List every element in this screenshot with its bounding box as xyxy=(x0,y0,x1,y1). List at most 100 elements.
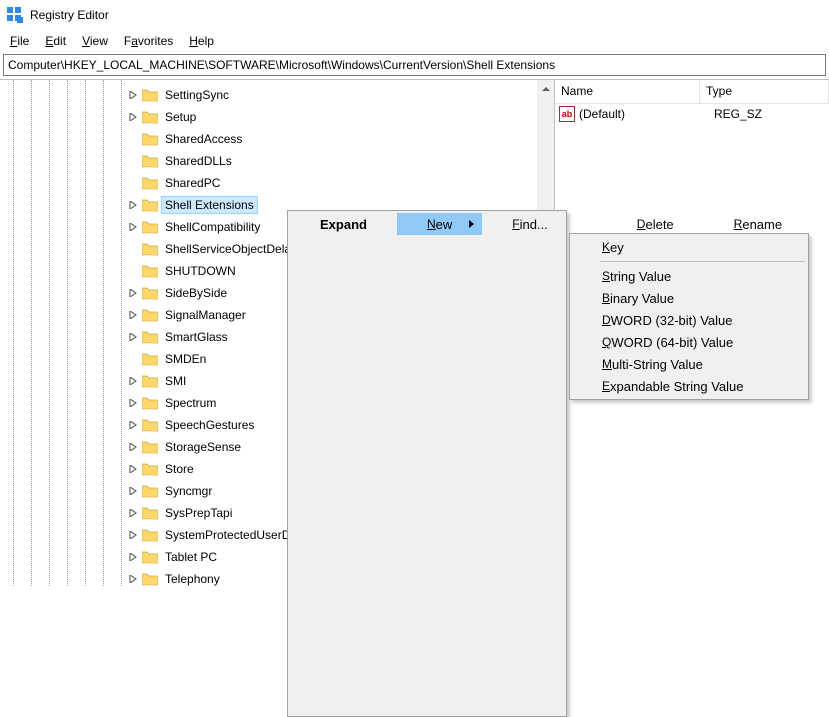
folder-icon xyxy=(142,572,158,586)
tree-item[interactable]: SettingSync xyxy=(0,84,554,106)
values-header: Name Type xyxy=(555,80,829,104)
expand-twisty xyxy=(126,132,140,146)
menu-view[interactable]: View xyxy=(75,32,115,50)
folder-icon xyxy=(142,154,158,168)
menu-help[interactable]: Help xyxy=(182,32,221,50)
expand-twisty[interactable] xyxy=(126,286,140,300)
string-value-icon: ab xyxy=(559,106,575,122)
menu-item[interactable]: Expandable String Value xyxy=(572,375,806,397)
tree-item-label[interactable]: SideBySide xyxy=(162,285,230,301)
menu-item[interactable]: Multi-String Value xyxy=(572,353,806,375)
column-name[interactable]: Name xyxy=(555,80,700,103)
menu-item[interactable]: DWORD (32-bit) Value xyxy=(572,309,806,331)
expand-twisty[interactable] xyxy=(126,374,140,388)
scroll-up-button[interactable] xyxy=(537,80,554,97)
tree-item-label[interactable]: StorageSense xyxy=(162,439,244,455)
folder-icon xyxy=(142,220,158,234)
tree-item-label[interactable]: SysPrepTapi xyxy=(162,505,235,521)
expand-twisty[interactable] xyxy=(126,396,140,410)
expand-twisty xyxy=(126,242,140,256)
menu-file[interactable]: File xyxy=(3,32,36,50)
column-type[interactable]: Type xyxy=(700,80,829,103)
menu-item[interactable]: Delete xyxy=(607,213,704,235)
folder-icon xyxy=(142,374,158,388)
menu-edit[interactable]: Edit xyxy=(38,32,73,50)
folder-icon xyxy=(142,88,158,102)
expand-twisty[interactable] xyxy=(126,418,140,432)
menu-item[interactable]: Binary Value xyxy=(572,287,806,309)
folder-icon xyxy=(142,550,158,564)
folder-icon xyxy=(142,198,158,212)
tree-item-label[interactable]: SharedDLLs xyxy=(162,153,235,169)
folder-icon xyxy=(142,264,158,278)
tree-item-label[interactable]: ShellCompatibility xyxy=(162,219,263,235)
tree-item[interactable]: SharedPC xyxy=(0,172,554,194)
folder-icon xyxy=(142,418,158,432)
expand-twisty[interactable] xyxy=(126,462,140,476)
tree-item-label[interactable]: SignalManager xyxy=(162,307,249,323)
context-menu[interactable]: ExpandNewFind...DeleteRenameExportPermis… xyxy=(287,210,567,717)
expand-twisty[interactable] xyxy=(126,110,140,124)
expand-twisty[interactable] xyxy=(126,572,140,586)
menu-item[interactable]: Find... xyxy=(482,213,578,235)
expand-twisty[interactable] xyxy=(126,220,140,234)
window-title: Registry Editor xyxy=(30,8,109,22)
value-name: (Default) xyxy=(579,107,714,121)
titlebar: Registry Editor xyxy=(0,0,829,30)
tree-item-label[interactable]: Setup xyxy=(162,109,199,125)
expand-twisty[interactable] xyxy=(126,308,140,322)
expand-twisty[interactable] xyxy=(126,506,140,520)
expand-twisty[interactable] xyxy=(126,88,140,102)
tree-item[interactable]: Setup xyxy=(0,106,554,128)
tree-item-label[interactable]: Shell Extensions xyxy=(162,197,257,213)
expand-twisty[interactable] xyxy=(126,550,140,564)
folder-icon xyxy=(142,330,158,344)
folder-icon xyxy=(142,110,158,124)
folder-icon xyxy=(142,352,158,366)
menu-item[interactable]: QWORD (64-bit) Value xyxy=(572,331,806,353)
folder-icon xyxy=(142,242,158,256)
menu-item[interactable]: Key xyxy=(572,236,806,258)
value-row[interactable]: ab (Default)REG_SZ xyxy=(555,104,829,124)
expand-twisty xyxy=(126,352,140,366)
tree-item-label[interactable]: Tablet PC xyxy=(162,549,220,565)
regedit-icon xyxy=(6,6,24,24)
folder-icon xyxy=(142,176,158,190)
folder-icon xyxy=(142,506,158,520)
expand-twisty[interactable] xyxy=(126,440,140,454)
values-list[interactable]: ab (Default)REG_SZ xyxy=(555,104,829,124)
tree-item[interactable]: SharedAccess xyxy=(0,128,554,150)
tree-item-label[interactable]: Telephony xyxy=(162,571,223,586)
folder-icon xyxy=(142,462,158,476)
expand-twisty[interactable] xyxy=(126,484,140,498)
tree-item-label[interactable]: Syncmgr xyxy=(162,483,215,499)
tree-item-label[interactable]: SharedAccess xyxy=(162,131,245,147)
folder-icon xyxy=(142,528,158,542)
menu-favorites[interactable]: Favorites xyxy=(117,32,180,50)
menu-item[interactable]: Rename xyxy=(704,213,812,235)
tree-item-label[interactable]: Spectrum xyxy=(162,395,219,411)
expand-twisty[interactable] xyxy=(126,528,140,542)
folder-icon xyxy=(142,308,158,322)
folder-icon xyxy=(142,132,158,146)
tree-item-label[interactable]: SmartGlass xyxy=(162,329,231,345)
menu-item[interactable]: String Value xyxy=(572,265,806,287)
tree-item-label[interactable]: SettingSync xyxy=(162,87,232,103)
menu-item[interactable]: Expand xyxy=(290,213,397,235)
folder-icon xyxy=(142,396,158,410)
tree-item-label[interactable]: Store xyxy=(162,461,197,477)
tree-item-label[interactable]: SMDEn xyxy=(162,351,209,367)
tree-item-label[interactable]: SpeechGestures xyxy=(162,417,257,433)
tree-item[interactable]: SharedDLLs xyxy=(0,150,554,172)
expand-twisty[interactable] xyxy=(126,198,140,212)
tree-item-label[interactable]: SharedPC xyxy=(162,175,223,191)
tree-item-label[interactable]: SHUTDOWN xyxy=(162,263,239,279)
new-submenu[interactable]: Key String ValueBinary ValueDWORD (32-bit… xyxy=(569,233,809,400)
tree-item-label[interactable]: SMI xyxy=(162,373,189,389)
value-type: REG_SZ xyxy=(714,107,829,121)
expand-twisty xyxy=(126,154,140,168)
menu-item[interactable]: New xyxy=(397,213,482,235)
address-bar[interactable]: Computer\HKEY_LOCAL_MACHINE\SOFTWARE\Mic… xyxy=(3,54,826,76)
expand-twisty[interactable] xyxy=(126,330,140,344)
address-text: Computer\HKEY_LOCAL_MACHINE\SOFTWARE\Mic… xyxy=(8,58,555,72)
